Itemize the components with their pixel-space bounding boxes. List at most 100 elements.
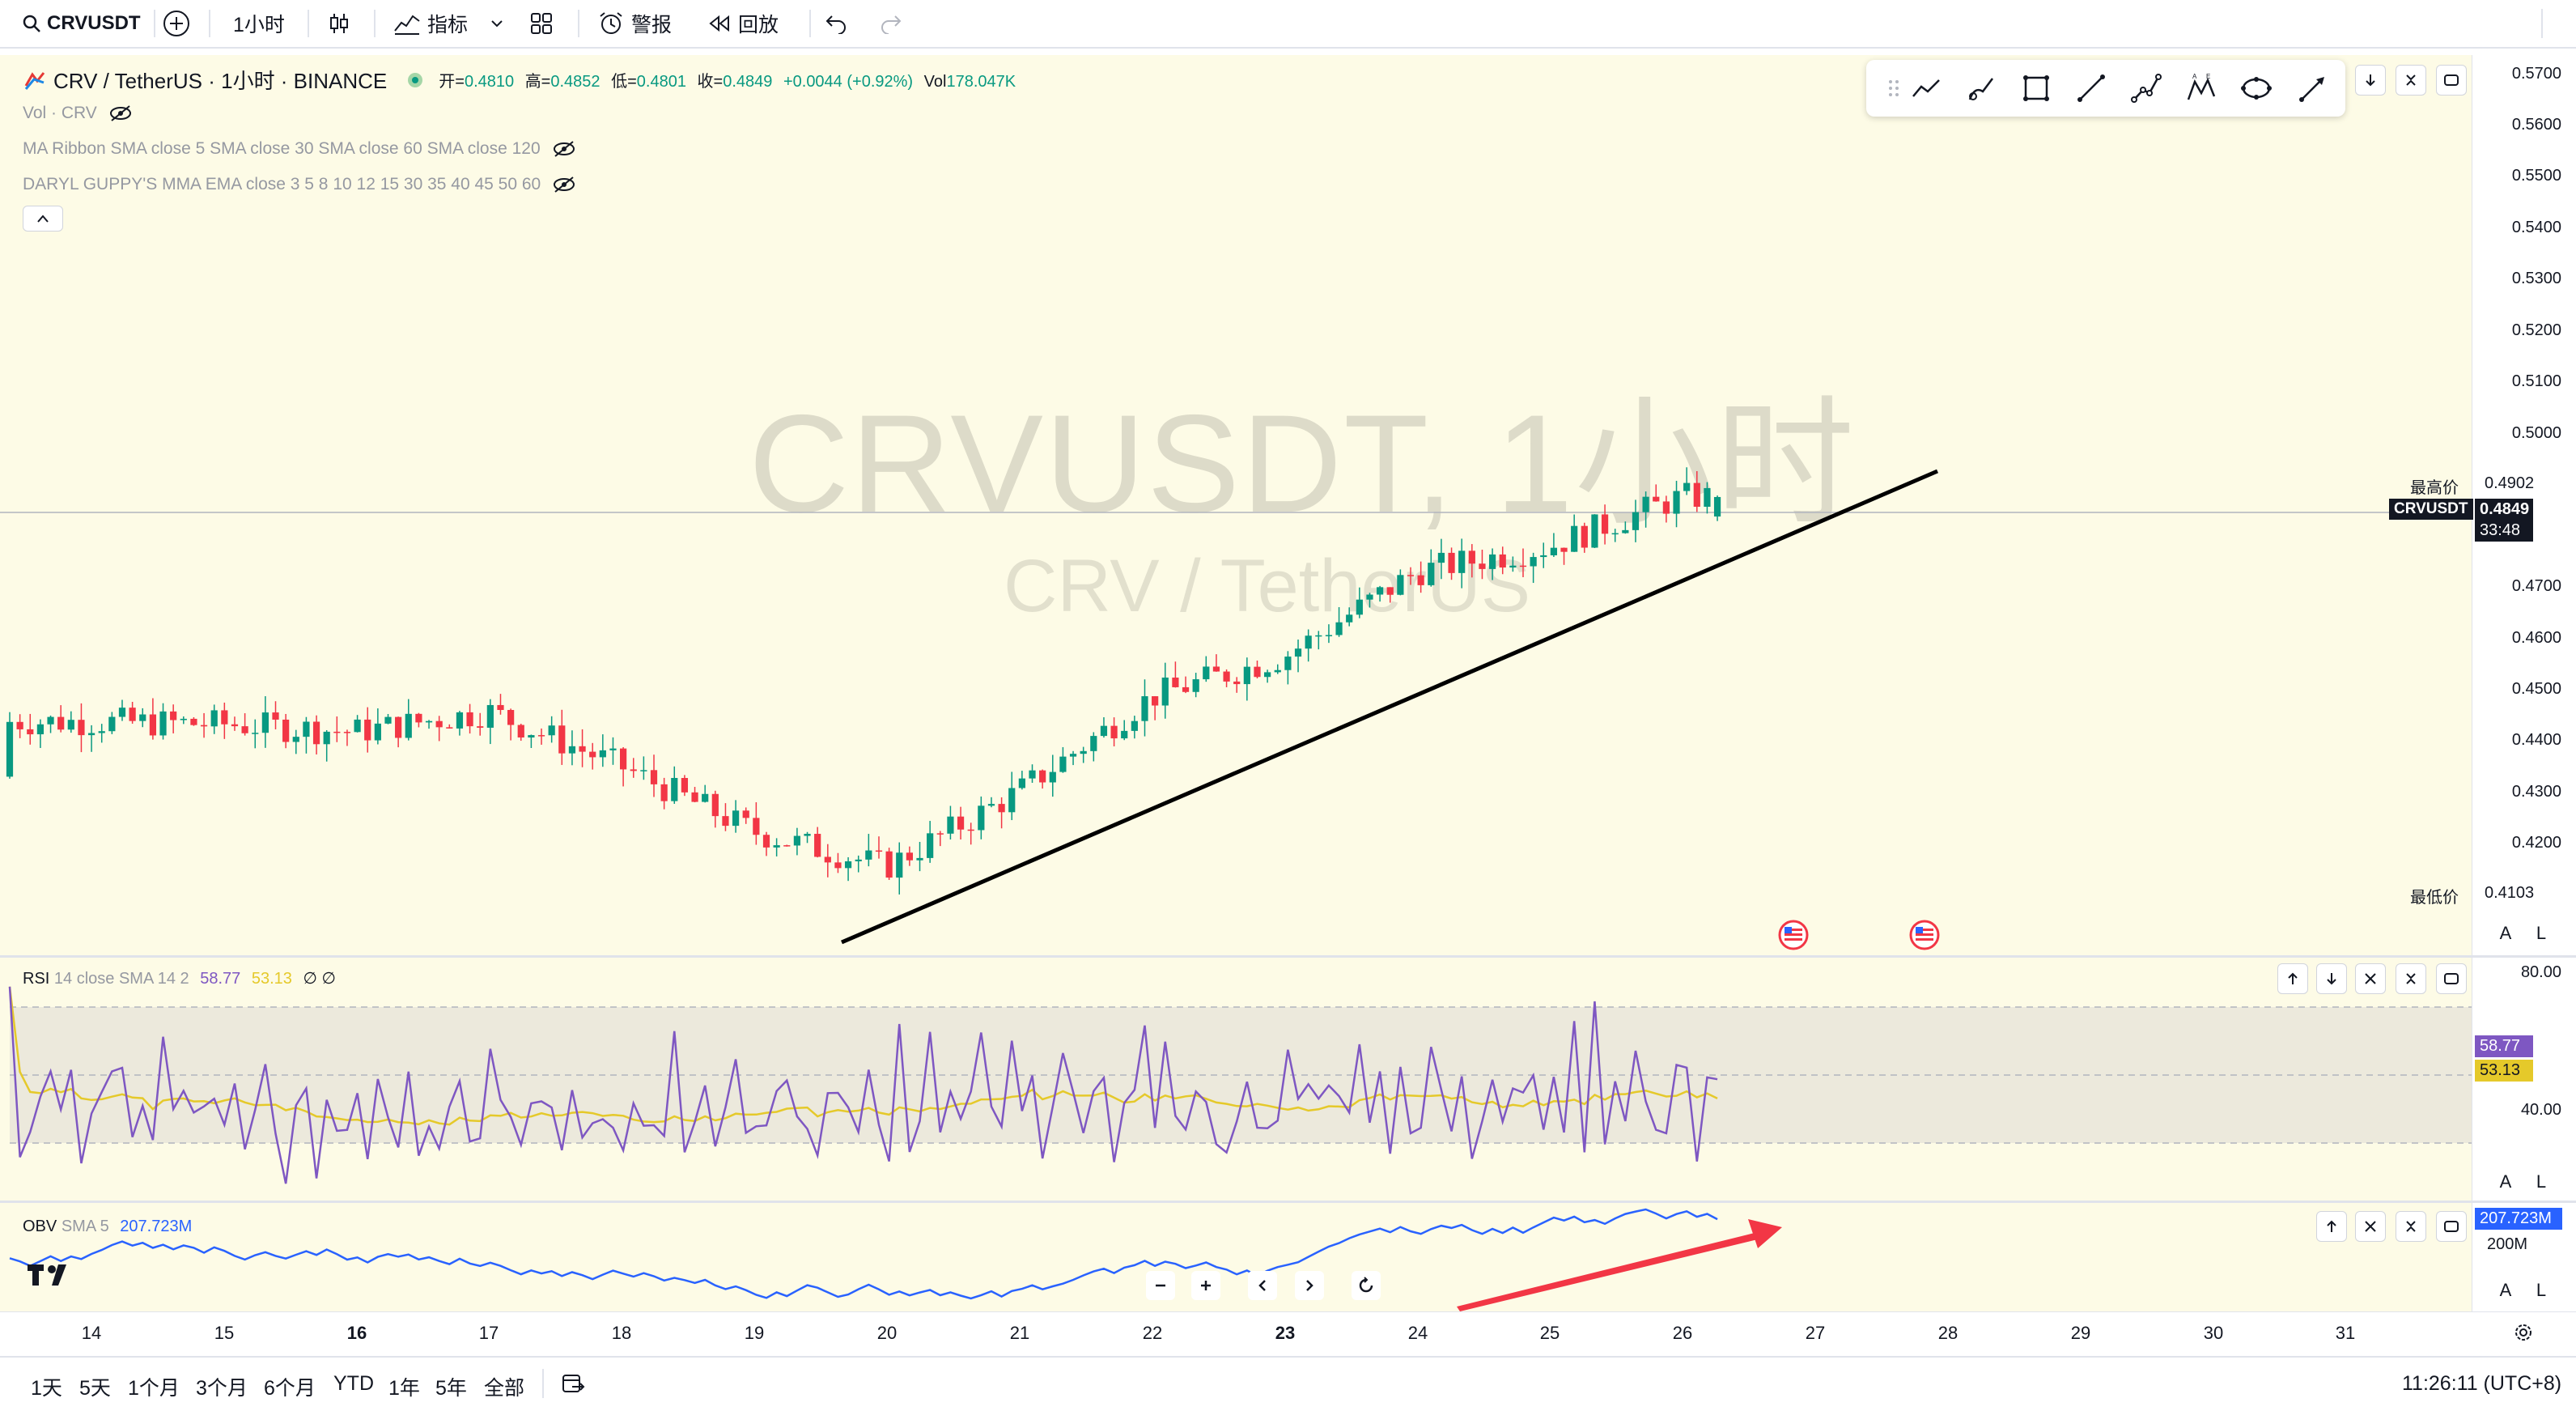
- price-tick: 0.4700: [2511, 577, 2561, 595]
- candle-body: [630, 769, 637, 771]
- candle-body: [1080, 750, 1087, 754]
- range-5d[interactable]: 5天: [79, 1372, 111, 1401]
- trend-line[interactable]: [841, 469, 1938, 945]
- maximize-pane-button[interactable]: [2436, 963, 2467, 994]
- close-pane-button[interactable]: [2355, 1211, 2386, 1242]
- candle-body: [1632, 512, 1640, 530]
- low-price-label: 最低价: [2410, 889, 2459, 907]
- clock[interactable]: 11:26:11 (UTC+8): [2402, 1372, 2561, 1396]
- undo-button[interactable]: [824, 0, 848, 47]
- price-tick: 0.4600: [2511, 629, 2561, 647]
- compare-symbol-button[interactable]: [162, 0, 191, 47]
- candle-body: [1356, 599, 1363, 615]
- date-range-button[interactable]: [558, 1369, 588, 1398]
- scroll-left-button[interactable]: [1248, 1271, 1277, 1300]
- price-tick: 0.5400: [2511, 219, 2561, 236]
- collapse-pane-button[interactable]: [2396, 963, 2426, 994]
- move-pane-down-button[interactable]: [2316, 963, 2347, 994]
- candle-body: [1673, 491, 1680, 514]
- candle-body: [1049, 771, 1056, 783]
- collapse-icon: [2406, 1221, 2416, 1232]
- candle-body: [1458, 550, 1466, 573]
- candle-body: [1601, 514, 1609, 534]
- price-tick: 0.4400: [2511, 731, 2561, 749]
- rsi-legend[interactable]: RSI 14 close SMA 14 2 58.77 53.13 ∅ ∅: [23, 968, 336, 988]
- us-flag-event-icon[interactable]: [1778, 920, 1809, 950]
- time-tick: 31: [2335, 1323, 2356, 1343]
- scroll-right-button[interactable]: [1295, 1271, 1324, 1300]
- maximize-pane-button[interactable]: [2436, 1211, 2467, 1242]
- candle-body: [998, 804, 1005, 813]
- rewind-icon: [709, 15, 729, 32]
- candle-body: [1243, 666, 1250, 685]
- range-1d[interactable]: 1天: [31, 1372, 62, 1401]
- price-tick: 0.4500: [2511, 680, 2561, 698]
- fullscreen-button[interactable]: [2541, 0, 2543, 47]
- close-pane-button[interactable]: [2355, 963, 2386, 994]
- candle-body: [906, 852, 913, 861]
- range-all[interactable]: 全部: [484, 1372, 524, 1401]
- log-scale-button[interactable]: L: [2527, 1167, 2556, 1196]
- candles: [6, 467, 1721, 895]
- maximize-icon: [2444, 973, 2459, 984]
- candle-body: [1550, 547, 1558, 555]
- bar-countdown: 33:48: [2475, 520, 2533, 542]
- collapse-pane-button[interactable]: [2396, 1211, 2426, 1242]
- zoom-out-button[interactable]: [1146, 1271, 1175, 1300]
- log-scale-button[interactable]: L: [2527, 919, 2556, 948]
- candle-body: [987, 804, 995, 806]
- candle-body: [241, 726, 248, 733]
- range-ytd[interactable]: YTD: [333, 1372, 374, 1396]
- auto-scale-button[interactable]: A: [2491, 1276, 2520, 1305]
- red-arrow-annotation: [1457, 1219, 1782, 1311]
- range-1y[interactable]: 1年: [388, 1372, 420, 1401]
- candle-body: [446, 727, 453, 729]
- move-pane-up-button[interactable]: [2277, 963, 2308, 994]
- replay-button[interactable]: 回放: [707, 0, 779, 47]
- obv-line: [9, 1208, 1718, 1300]
- candle-body: [916, 857, 923, 861]
- range-5y[interactable]: 5年: [435, 1372, 467, 1401]
- candle-body: [1172, 678, 1179, 687]
- log-scale-button[interactable]: L: [2527, 1276, 2556, 1305]
- obv-value: 207.723M: [120, 1218, 193, 1235]
- zoom-in-button[interactable]: [1191, 1271, 1220, 1300]
- candle-body: [732, 810, 740, 827]
- move-pane-up-button[interactable]: [2316, 1211, 2347, 1242]
- indicators-button[interactable]: 指标: [393, 0, 468, 47]
- candle-body: [312, 721, 320, 745]
- search-icon: [23, 15, 40, 32]
- indicators-dropdown[interactable]: [489, 0, 505, 47]
- range-3m[interactable]: 3个月: [196, 1372, 248, 1401]
- candle-body: [558, 725, 566, 754]
- chart-settings-button[interactable]: [2509, 1318, 2538, 1347]
- candle-body: [753, 818, 760, 835]
- interval-button[interactable]: 1小时: [233, 0, 285, 47]
- candle-body: [1662, 501, 1670, 514]
- candle-body: [1284, 657, 1292, 670]
- candle-body: [57, 716, 65, 730]
- range-6m[interactable]: 6个月: [264, 1372, 316, 1401]
- time-tick: 18: [611, 1323, 632, 1343]
- auto-scale-button[interactable]: A: [2491, 1167, 2520, 1196]
- candle-body: [1704, 487, 1711, 507]
- chart-type-button[interactable]: [327, 0, 351, 47]
- candle-body: [1499, 554, 1506, 568]
- layout-button[interactable]: [529, 0, 554, 47]
- us-flag-event-icon[interactable]: [1909, 920, 1940, 950]
- range-1m[interactable]: 1个月: [128, 1372, 180, 1401]
- redo-button[interactable]: [879, 0, 903, 47]
- obv-legend[interactable]: OBV SMA 5 207.723M: [23, 1218, 192, 1236]
- reset-chart-button[interactable]: [1352, 1271, 1381, 1300]
- candle-body: [477, 726, 484, 728]
- candle-body: [159, 711, 167, 736]
- price-chart[interactable]: [0, 55, 2472, 955]
- symbol-search[interactable]: CRVUSDT: [21, 0, 141, 47]
- candle-body: [1530, 557, 1537, 567]
- price-tick: 0.5300: [2511, 270, 2561, 287]
- price-tick: 0.5100: [2511, 372, 2561, 390]
- auto-scale-button[interactable]: A: [2491, 919, 2520, 948]
- candle-body: [384, 716, 392, 724]
- candle-body: [323, 731, 330, 745]
- alerts-button[interactable]: 警报: [597, 0, 672, 47]
